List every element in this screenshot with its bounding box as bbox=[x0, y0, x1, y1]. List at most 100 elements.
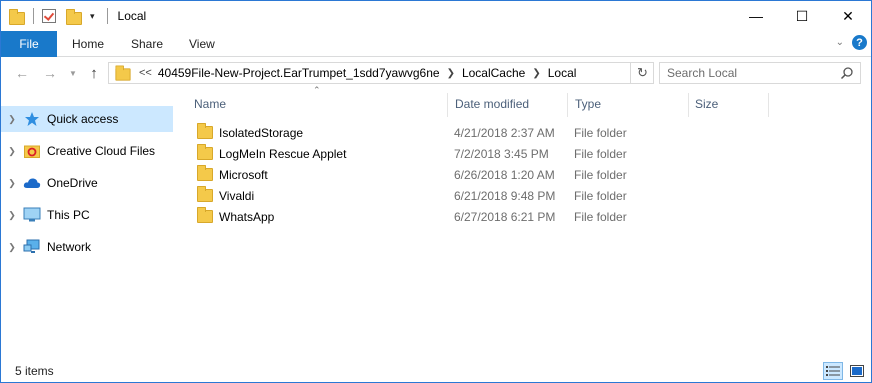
details-view-button[interactable] bbox=[823, 362, 843, 380]
search-icon[interactable] bbox=[840, 66, 854, 80]
file-date: 6/27/2018 6:21 PM bbox=[454, 209, 556, 224]
properties-icon[interactable] bbox=[42, 9, 56, 23]
column-header-name[interactable]: Name bbox=[194, 91, 226, 117]
nav-item-this-pc[interactable]: ❯ This PC bbox=[1, 202, 173, 228]
breadcrumb-item[interactable]: 40459File-New-Project.EarTrumpet_1sdd7ya… bbox=[158, 66, 440, 80]
column-header-size[interactable]: Size bbox=[695, 91, 718, 117]
nav-item-label: This PC bbox=[47, 208, 90, 222]
file-date: 4/21/2018 2:37 AM bbox=[454, 125, 555, 140]
folder-icon bbox=[197, 144, 213, 160]
tab-share[interactable]: Share bbox=[131, 31, 163, 57]
column-header-date-modified[interactable]: Date modified bbox=[455, 91, 529, 117]
up-arrow-icon[interactable]: ↑ bbox=[85, 64, 103, 82]
details-view-icon bbox=[826, 366, 840, 376]
quick-access-toolbar: ▾ bbox=[1, 1, 112, 31]
customize-toolbar-dropdown[interactable]: ▾ bbox=[86, 11, 99, 22]
computer-icon bbox=[23, 207, 41, 223]
column-divider[interactable] bbox=[768, 93, 769, 117]
file-row[interactable]: Microsoft 6/26/2018 1:20 AM File folder bbox=[191, 164, 851, 185]
file-row[interactable]: WhatsApp 6/27/2018 6:21 PM File folder bbox=[191, 206, 851, 227]
file-date: 6/21/2018 9:48 PM bbox=[454, 188, 556, 203]
nav-item-label: OneDrive bbox=[47, 176, 98, 190]
title-bar: ▾ Local — ☐ ✕ bbox=[1, 1, 871, 31]
search-box[interactable] bbox=[659, 62, 861, 84]
file-type: File folder bbox=[574, 188, 627, 203]
minimize-button[interactable]: — bbox=[733, 1, 779, 31]
file-row[interactable]: Vivaldi 6/21/2018 9:48 PM File folder bbox=[191, 185, 851, 206]
folder-icon bbox=[9, 8, 25, 25]
column-divider[interactable] bbox=[688, 93, 689, 117]
file-row[interactable]: LogMeIn Rescue Applet 7/2/2018 3:45 PM F… bbox=[191, 143, 851, 164]
file-name: WhatsApp bbox=[219, 209, 275, 224]
maximize-button[interactable]: ☐ bbox=[779, 1, 825, 31]
folder-icon bbox=[197, 123, 213, 139]
tab-home[interactable]: Home bbox=[72, 31, 104, 57]
file-date: 6/26/2018 1:20 AM bbox=[454, 167, 555, 182]
new-folder-icon[interactable] bbox=[66, 8, 82, 25]
expand-arrow-icon[interactable]: ❯ bbox=[1, 146, 23, 157]
file-list: ⌃ Name Date modified Type Size IsolatedS… bbox=[191, 85, 861, 349]
large-icons-view-button[interactable] bbox=[847, 362, 867, 380]
network-icon bbox=[23, 239, 41, 255]
folder-icon bbox=[197, 165, 213, 181]
file-type: File folder bbox=[574, 167, 627, 182]
back-arrow-icon[interactable]: ← bbox=[13, 64, 31, 82]
file-name: LogMeIn Rescue Applet bbox=[219, 146, 347, 161]
nav-item-network[interactable]: ❯ Network bbox=[1, 234, 173, 260]
nav-item-label: Quick access bbox=[47, 112, 119, 126]
toolbar-divider bbox=[33, 8, 34, 24]
expand-arrow-icon[interactable]: ❯ bbox=[1, 178, 23, 189]
breadcrumb-item[interactable]: Local bbox=[548, 66, 577, 80]
large-icons-view-icon bbox=[850, 365, 864, 377]
file-type: File folder bbox=[574, 209, 627, 224]
help-icon[interactable]: ? bbox=[852, 35, 867, 50]
file-explorer-window: ▾ Local — ☐ ✕ File Home Share View ⌄ ? ←… bbox=[0, 0, 872, 383]
window-title: Local bbox=[117, 9, 147, 23]
item-count: 5 items bbox=[15, 364, 54, 378]
tab-file[interactable]: File bbox=[1, 31, 57, 57]
recent-locations-chevron-icon[interactable]: ▼ bbox=[64, 64, 82, 82]
expand-arrow-icon[interactable]: ❯ bbox=[1, 210, 23, 221]
address-bar[interactable]: << 40459File-New-Project.EarTrumpet_1sdd… bbox=[108, 62, 654, 84]
file-name: Microsoft bbox=[219, 167, 268, 182]
folder-icon bbox=[197, 186, 213, 202]
nav-item-label: Creative Cloud Files bbox=[47, 144, 156, 158]
file-name: IsolatedStorage bbox=[219, 125, 304, 140]
nav-item-creative-cloud-files[interactable]: ❯ Creative Cloud Files bbox=[1, 138, 173, 164]
file-date: 7/2/2018 3:45 PM bbox=[454, 146, 549, 161]
file-type: File folder bbox=[574, 146, 627, 161]
view-switcher bbox=[823, 362, 867, 380]
expand-arrow-icon[interactable]: ❯ bbox=[1, 242, 23, 253]
folder-icon bbox=[115, 65, 131, 81]
forward-arrow-icon[interactable]: → bbox=[41, 64, 59, 82]
title-divider bbox=[106, 8, 108, 24]
file-row[interactable]: IsolatedStorage 4/21/2018 2:37 AM File f… bbox=[191, 122, 851, 143]
address-row: ← → ▼ ↑ << 40459File-New-Project.EarTrum… bbox=[1, 58, 871, 88]
nav-item-label: Network bbox=[47, 240, 92, 254]
file-name: Vivaldi bbox=[219, 188, 255, 203]
cloud-icon bbox=[23, 175, 41, 191]
file-type: File folder bbox=[574, 125, 627, 140]
sort-ascending-icon: ⌃ bbox=[313, 85, 321, 95]
search-input[interactable] bbox=[667, 66, 837, 80]
tab-view[interactable]: View bbox=[189, 31, 215, 57]
nav-item-onedrive[interactable]: ❯ OneDrive bbox=[1, 170, 173, 196]
status-bar: 5 items bbox=[1, 359, 871, 383]
chevron-down-icon[interactable]: ⌄ bbox=[836, 37, 844, 48]
chevron-right-icon[interactable]: ❯ bbox=[447, 68, 455, 79]
star-icon bbox=[23, 111, 41, 127]
close-button[interactable]: ✕ bbox=[825, 1, 871, 31]
nav-item-quick-access[interactable]: ❯ Quick access bbox=[1, 106, 173, 132]
column-divider[interactable] bbox=[567, 93, 568, 117]
breadcrumb-overflow[interactable]: << bbox=[139, 67, 152, 79]
chevron-right-icon[interactable]: ❯ bbox=[532, 68, 540, 79]
navigation-pane: ❯ Quick access ❯ Creative Cloud Files ❯ … bbox=[1, 97, 177, 357]
column-header-type[interactable]: Type bbox=[575, 91, 601, 117]
breadcrumb-item[interactable]: LocalCache bbox=[462, 66, 525, 80]
column-divider[interactable] bbox=[447, 93, 448, 117]
folder-icon bbox=[197, 207, 213, 223]
refresh-icon[interactable]: ↻ bbox=[630, 62, 654, 84]
creative-cloud-folder-icon bbox=[23, 143, 41, 159]
ribbon-tabs: File Home Share View ⌄ ? bbox=[1, 31, 871, 57]
expand-arrow-icon[interactable]: ❯ bbox=[1, 114, 23, 125]
